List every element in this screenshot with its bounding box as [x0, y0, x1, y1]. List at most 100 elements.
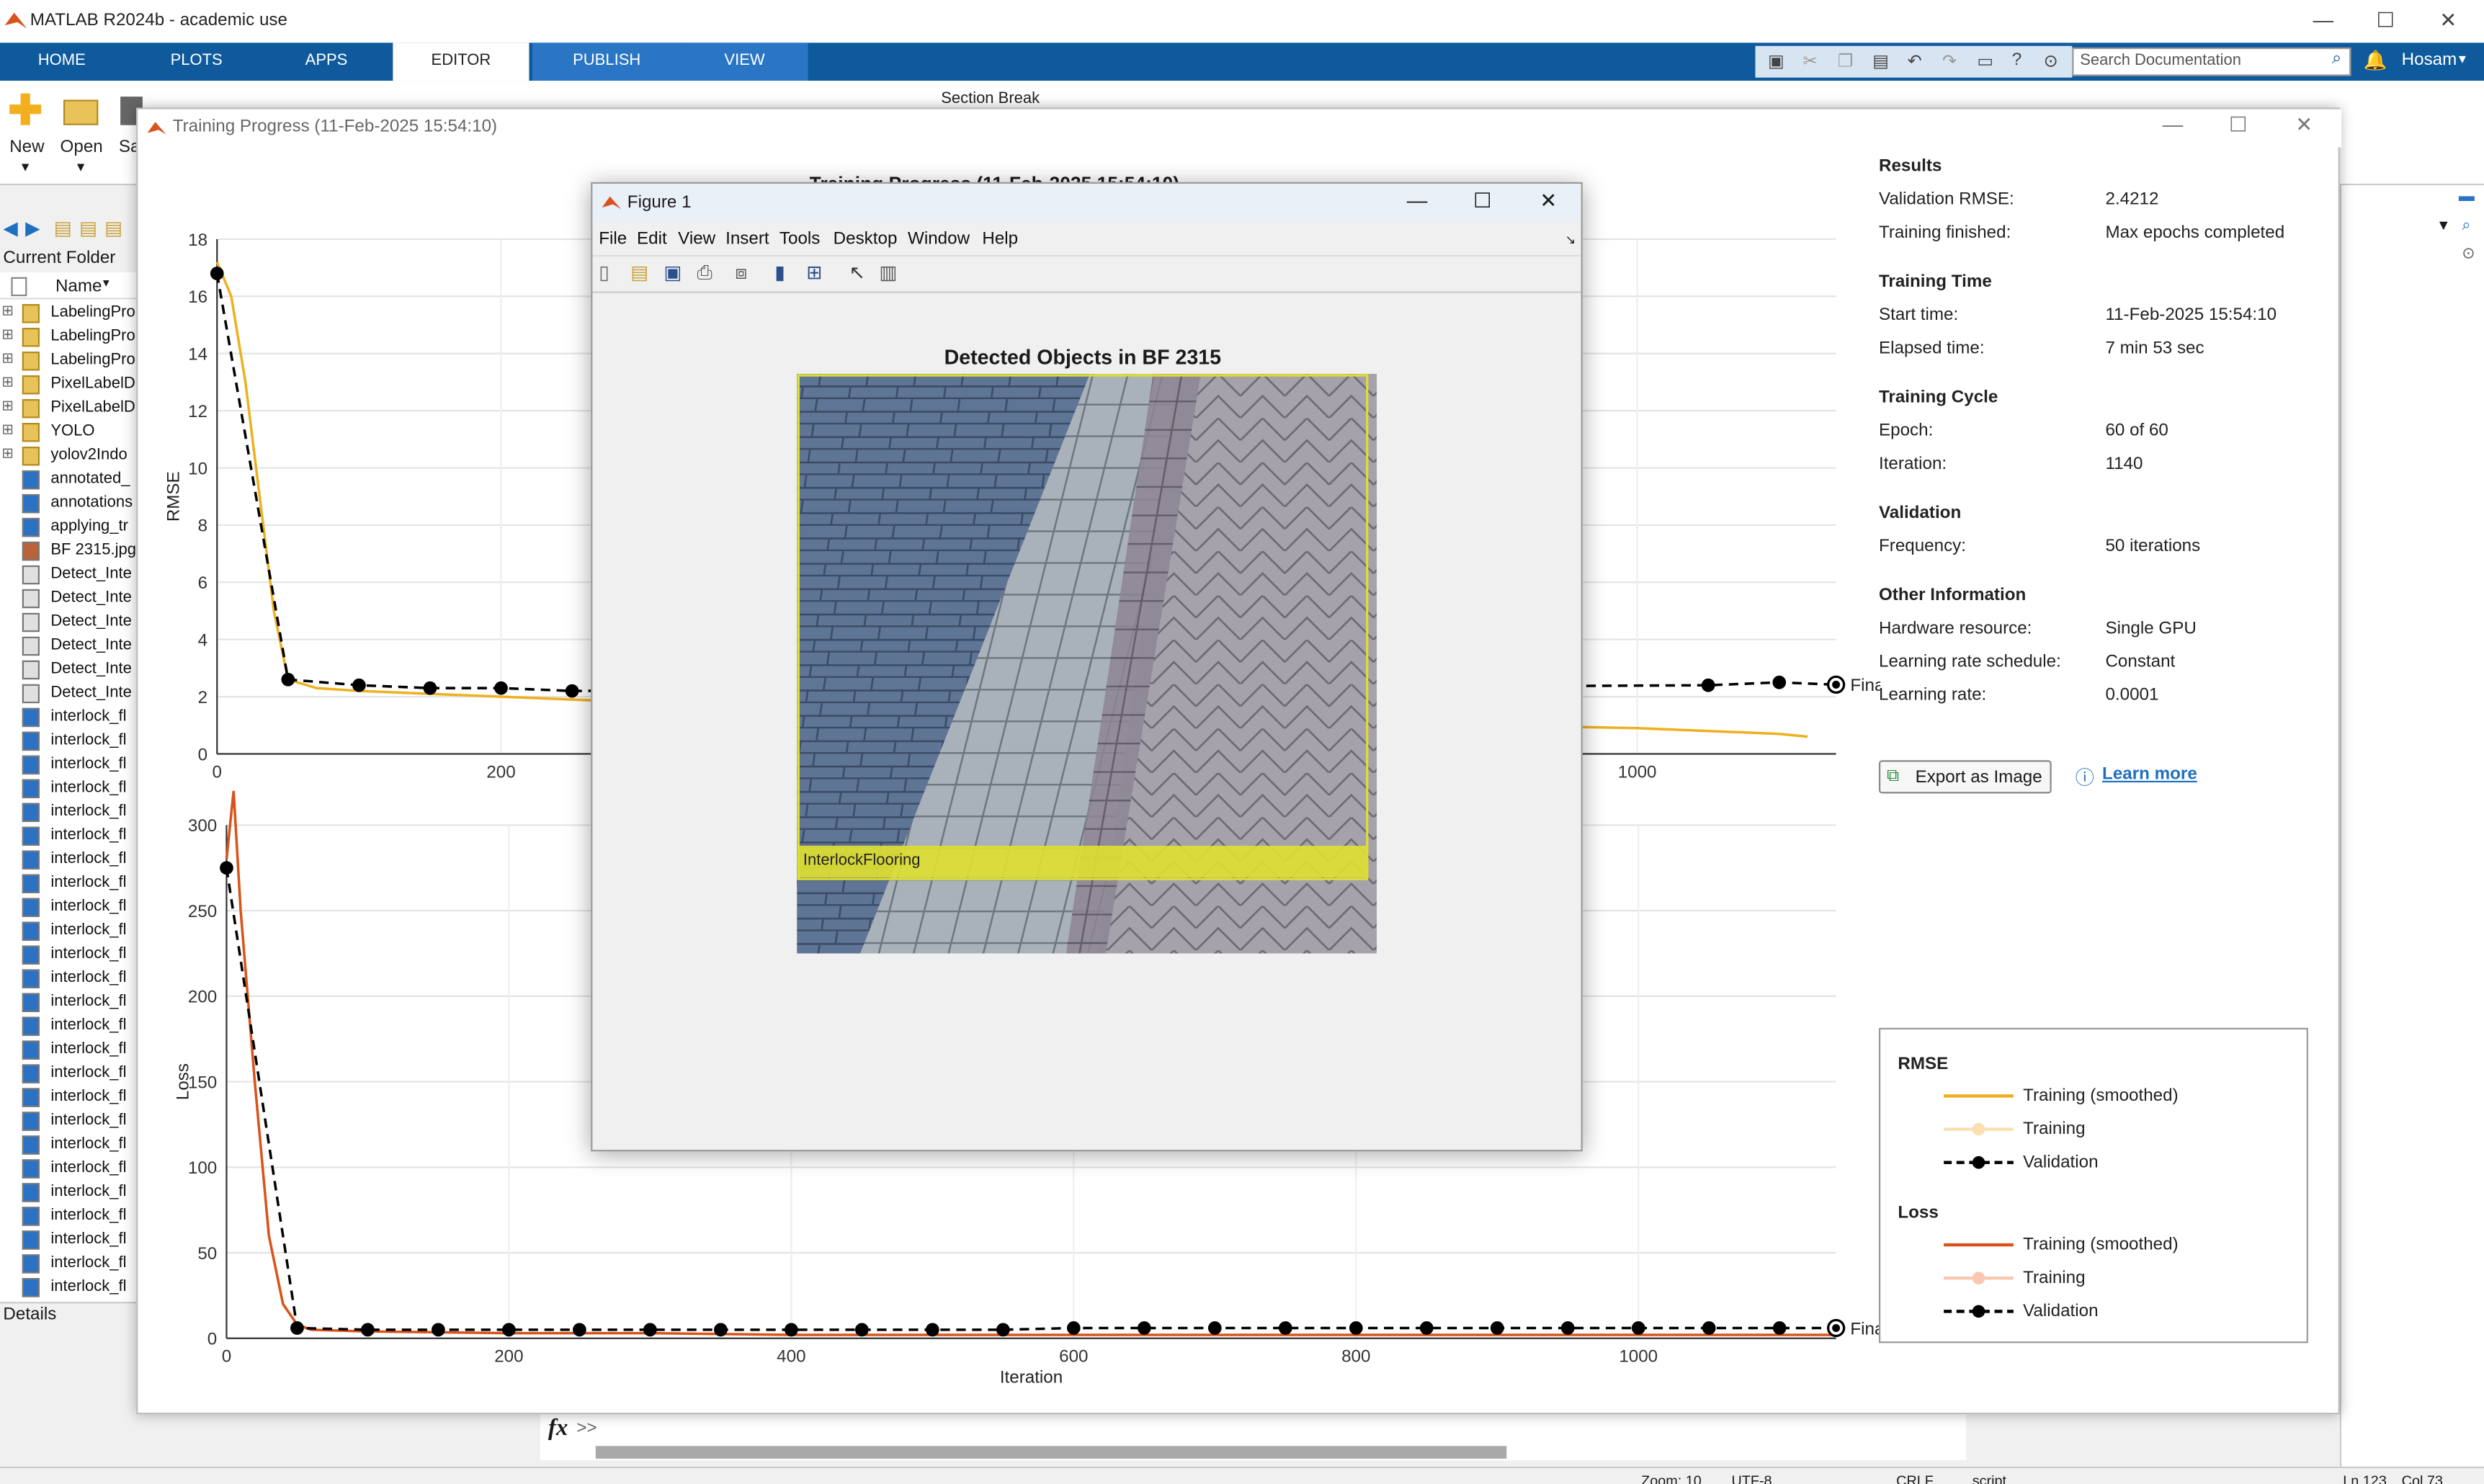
folder-list-item[interactable]: ⊞ LabelingPro — [0, 326, 136, 350]
maximize-icon[interactable]: ☐ — [2376, 8, 2395, 33]
close-icon[interactable]: ✕ — [2295, 112, 2313, 138]
folder-list-item[interactable]: interlock_fl — [0, 1110, 136, 1134]
save-figure-icon[interactable]: ▣ — [664, 262, 682, 284]
figure-menu-window[interactable]: Window — [908, 230, 970, 249]
chevron-down-icon[interactable]: ▼ — [2436, 217, 2451, 233]
folder-list-item[interactable]: interlock_fl — [0, 1063, 136, 1086]
user-menu[interactable]: Hosam — [2402, 50, 2457, 69]
folder-list-item[interactable]: interlock_fl — [0, 1158, 136, 1181]
tab-publish[interactable]: PUBLISH — [532, 43, 682, 81]
up-folder-icon[interactable]: ▤ — [54, 217, 72, 239]
chevron-down-icon[interactable]: ⊙ — [2462, 246, 2475, 263]
figure-menu-tools[interactable]: Tools — [779, 230, 820, 249]
details-panel-header[interactable]: Details — [0, 1302, 137, 1328]
figure-menu-desktop[interactable]: Desktop — [834, 230, 898, 249]
folder-list-item[interactable]: interlock_fl — [0, 825, 136, 849]
folder-list-item[interactable]: interlock_fl — [0, 730, 136, 754]
figure-menu-edit[interactable]: Edit — [637, 230, 667, 249]
colorbar-icon[interactable]: ▮ — [774, 262, 785, 284]
folder-list-item[interactable]: interlock_fl — [0, 777, 136, 801]
switch-windows-icon[interactable]: ▭ — [1977, 50, 1993, 71]
expand-icon[interactable]: ⊞ — [1, 421, 14, 439]
folder-list-item[interactable]: interlock_fl — [0, 1229, 136, 1253]
open-button[interactable]: Open — [61, 138, 103, 156]
folder-list-item[interactable]: ⊞ yolov2Indo — [0, 445, 136, 469]
folder-list-item[interactable]: interlock_fl — [0, 849, 136, 872]
undo-icon[interactable]: ↶ — [1908, 50, 1922, 71]
figure-menu-help[interactable]: Help — [982, 230, 1018, 249]
tab-editor[interactable]: EDITOR — [393, 43, 530, 81]
legend-icon[interactable]: ⊞ — [806, 262, 822, 284]
search-icon[interactable]: ⌕ — [2332, 49, 2342, 70]
chevron-down-icon[interactable]: ▼ — [74, 160, 86, 174]
command-window[interactable]: fx >> — [540, 1413, 1966, 1461]
folder-list-item[interactable]: interlock_fl — [0, 1134, 136, 1158]
folder-list-item[interactable]: Detect_Inte — [0, 612, 136, 635]
redo-icon[interactable]: ↷ — [1942, 50, 1957, 71]
expand-icon[interactable]: ⊞ — [1, 303, 14, 320]
forward-arrow-icon[interactable]: ▶ — [25, 217, 40, 239]
link-plot-icon[interactable]: ⧈ — [735, 262, 747, 285]
folder-list-item[interactable]: applying_tr — [0, 517, 136, 540]
folder-list-item[interactable]: annotations — [0, 493, 136, 517]
minimize-icon[interactable]: — — [2163, 112, 2184, 136]
browse-folder-icon[interactable]: ▤ — [79, 217, 97, 239]
folder-list-item[interactable]: interlock_fl — [0, 991, 136, 1015]
folder-list-item[interactable]: BF 2315.jpg — [0, 540, 136, 564]
folder-list-item[interactable]: Detect_Inte — [0, 659, 136, 683]
chevron-down-icon[interactable]: ▾ — [2459, 50, 2466, 68]
cut-icon[interactable]: ✂ — [1802, 50, 1817, 71]
chevron-down-icon[interactable]: ▾ — [103, 276, 110, 290]
new-figure-icon[interactable]: ▯ — [599, 262, 609, 284]
back-arrow-icon[interactable]: ◀ — [3, 217, 17, 239]
folder-list-item[interactable]: ⊞ PixelLabelD — [0, 398, 136, 421]
dock-icon[interactable]: ↘ — [1565, 233, 1576, 247]
notification-bell-icon[interactable]: 🔔 — [2364, 49, 2387, 71]
expand-icon[interactable]: ⊞ — [1, 374, 14, 391]
horizontal-scrollbar[interactable] — [595, 1446, 1507, 1459]
folder-list-item[interactable]: interlock_fl — [0, 896, 136, 920]
folder-list-item[interactable]: ⊞ LabelingPro — [0, 303, 136, 326]
folder-list-item[interactable]: interlock_fl — [0, 1253, 136, 1277]
folder-list-item[interactable]: interlock_fl — [0, 1039, 136, 1063]
tab-home[interactable]: HOME — [0, 43, 124, 81]
expand-icon[interactable]: ⊞ — [1, 445, 14, 462]
tab-plots[interactable]: PLOTS — [133, 43, 260, 81]
help-icon[interactable]: ? — [2012, 50, 2021, 69]
search-icon[interactable]: ⌕ — [2462, 217, 2470, 234]
figure-menu-file[interactable]: File — [599, 230, 627, 249]
folder-list-item[interactable]: interlock_fl — [0, 1205, 136, 1229]
chevron-down-icon[interactable]: ▼ — [19, 160, 31, 174]
property-editor-icon[interactable]: ▥ — [879, 262, 897, 284]
open-file-icon[interactable]: ▤ — [630, 262, 648, 284]
folder-list-item[interactable]: Detect_Inte — [0, 564, 136, 588]
print-icon[interactable]: ⎙ — [697, 262, 712, 285]
tab-view[interactable]: VIEW — [681, 43, 808, 81]
minimize-panel-icon[interactable]: ▬ — [2459, 189, 2475, 206]
folder-list-item[interactable]: interlock_fl — [0, 920, 136, 944]
figure-menu-view[interactable]: View — [678, 230, 715, 249]
folder-list-item[interactable]: interlock_fl — [0, 967, 136, 991]
browse-folder-icon[interactable]: ▤ — [104, 217, 122, 239]
new-button[interactable]: New — [9, 138, 44, 156]
maximize-icon[interactable]: ☐ — [2229, 112, 2248, 138]
folder-list-item[interactable]: interlock_fl — [0, 754, 136, 777]
folder-list-item[interactable]: interlock_fl — [0, 707, 136, 730]
folder-list-item[interactable]: interlock_fl — [0, 944, 136, 967]
folder-list-item[interactable]: interlock_fl — [0, 1181, 136, 1205]
expand-icon[interactable]: ⊞ — [1, 350, 14, 367]
folder-list-item[interactable]: Detect_Inte — [0, 635, 136, 659]
close-icon[interactable]: ✕ — [2439, 8, 2457, 33]
folder-list-item[interactable]: Detect_Inte — [0, 683, 136, 707]
folder-list-item[interactable]: interlock_fl — [0, 872, 136, 896]
folder-list-item[interactable]: ⊞ LabelingPro — [0, 350, 136, 374]
search-documentation-input[interactable]: Search Documentation — [2072, 47, 2351, 76]
folder-list-item[interactable]: annotated_ — [0, 469, 136, 493]
copy-icon[interactable]: ❐ — [1838, 50, 1854, 71]
customize-icon[interactable]: ⊙ — [2044, 50, 2058, 71]
minimize-icon[interactable]: — — [2313, 8, 2334, 32]
name-column-header[interactable]: Name — [55, 277, 102, 296]
folder-list-item[interactable]: ⊞ YOLO — [0, 421, 136, 445]
folder-list-item[interactable]: interlock_fl — [0, 1277, 136, 1300]
tab-apps[interactable]: APPS — [266, 43, 386, 81]
